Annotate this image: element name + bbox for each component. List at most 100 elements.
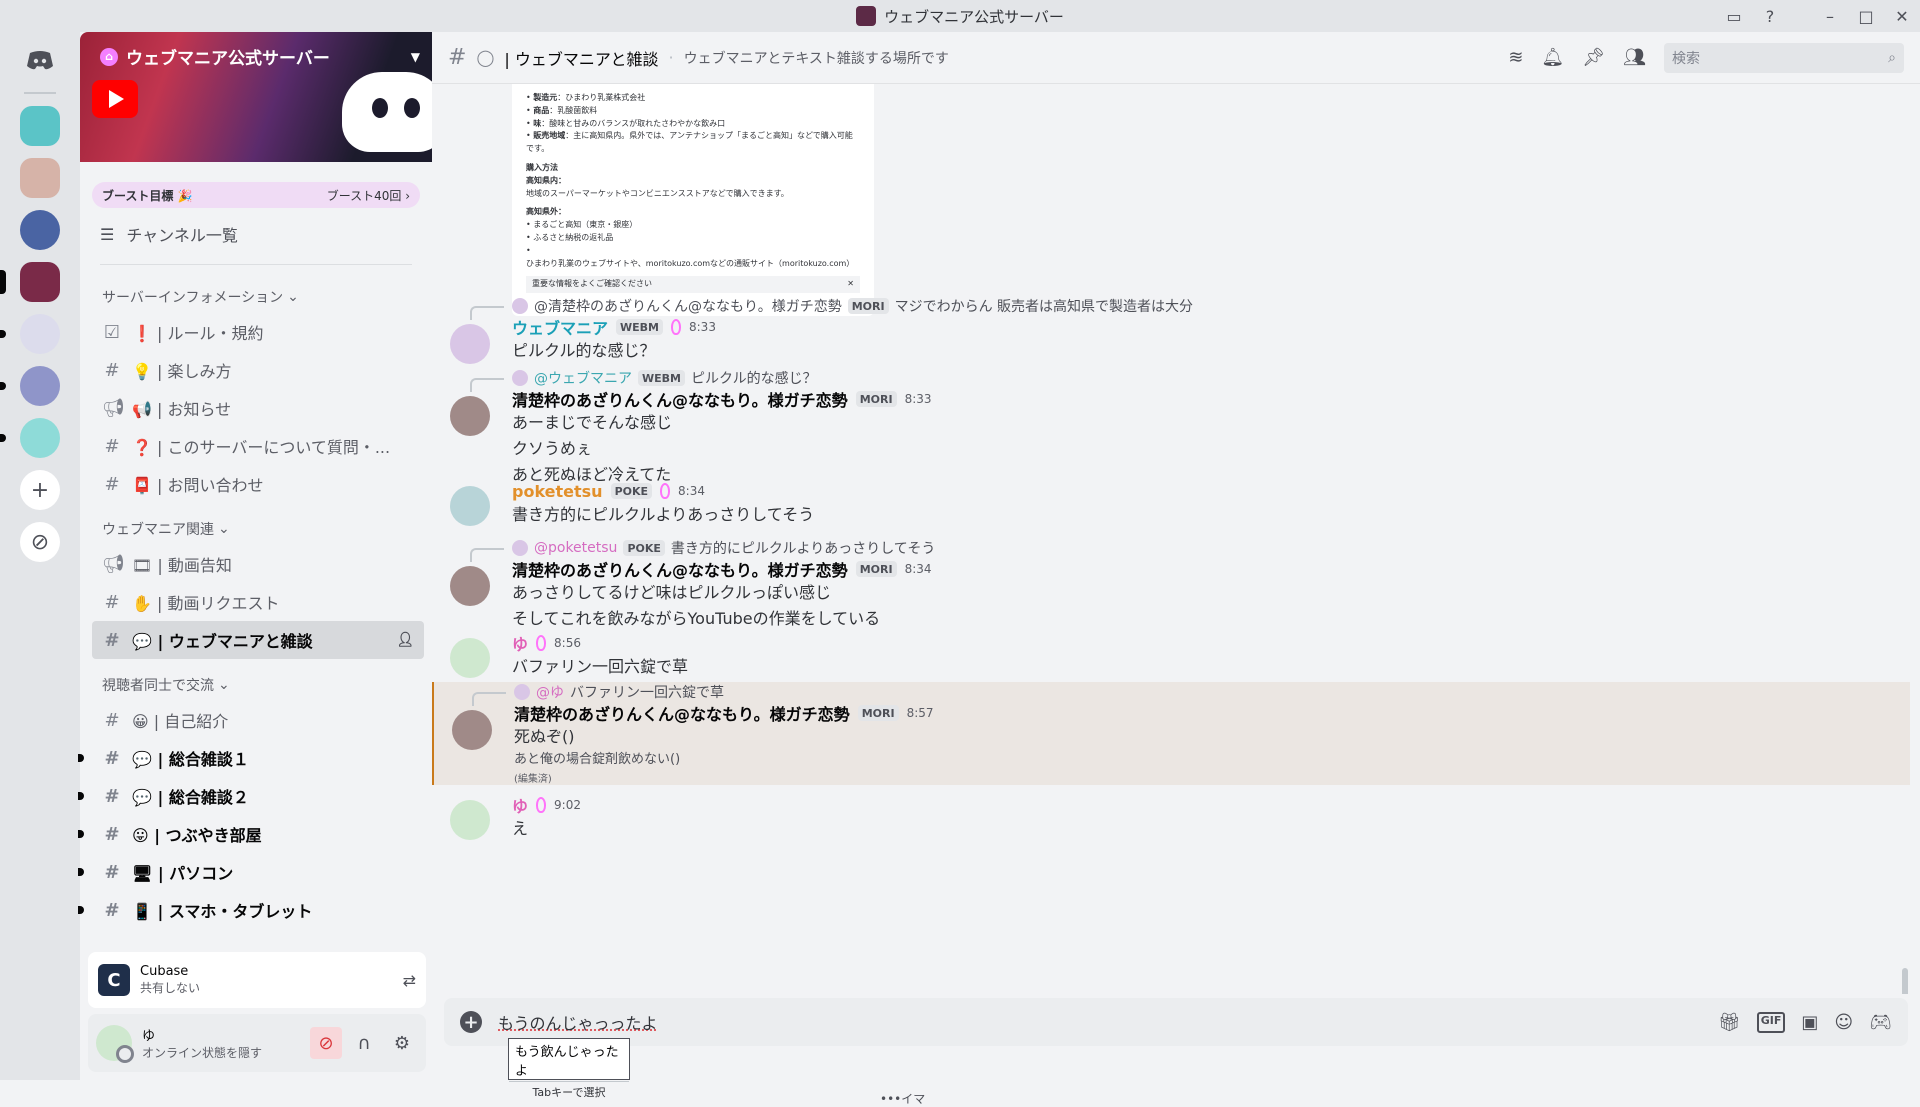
server-avatar[interactable] — [20, 158, 60, 198]
bell-icon[interactable]: 🔔︎ — [1541, 47, 1564, 68]
apps-icon[interactable]: 🎮︎ — [1869, 1012, 1892, 1033]
search-input[interactable]: 検索 ⌕ — [1664, 42, 1904, 73]
close-button[interactable]: ✕ — [1884, 7, 1920, 26]
hash-icon: # — [104, 861, 120, 883]
message-text: クソうめぇ — [512, 439, 593, 458]
message[interactable]: ゆ 8:56 バファリン一回六錠で草 — [432, 632, 1910, 680]
channel-item[interactable]: # 🖥 | パソコン — [78, 853, 424, 891]
inbox-icon[interactable]: ▭ — [1716, 7, 1752, 26]
reply-preview[interactable]: @poketetsu POKE 書き方的にピルクルよりあっさりしてそう — [470, 538, 1910, 562]
author-name[interactable]: 清楚枠のあざりんくん@ななもり。様ガチ恋勢 — [514, 701, 850, 725]
author-name[interactable]: ゆ — [512, 631, 528, 655]
close-icon: ✕ — [847, 279, 854, 289]
reply-preview[interactable]: @清楚枠のあざりんくん@ななもり。様ガチ恋勢 MORI マジでわからん 販売者は高知… — [470, 296, 1910, 320]
author-name[interactable]: 清楚枠のあざりんくん@ななもり。様ガチ恋勢 — [512, 557, 848, 581]
message-input[interactable]: もうのんじゃっったよ — [498, 1010, 658, 1034]
boost-goal-bar[interactable]: ブースト目標 🎉 ブースト40回 › — [92, 182, 420, 208]
channel-sidebar: ⌂ ウェブマニア公式サーバー ▼ ブースト目標 🎉 ブースト40回 › ☰ チャ… — [78, 32, 432, 1080]
gif-icon[interactable]: GIF — [1756, 1011, 1786, 1033]
message-list[interactable]: • 製造元：ひまわり乳業株式会社 • 商品：乳酸菌飲料 • 味：酸味と甘みのバランス… — [432, 84, 1910, 994]
channel-item[interactable]: # ✋ | 動画リクエスト — [92, 583, 424, 621]
gift-icon[interactable]: 🎁︎ — [1718, 1012, 1741, 1033]
server-avatar[interactable] — [0, 418, 60, 458]
spellcheck-suggestion[interactable]: もう飲んじゃったよ Tabキーで選択 — [508, 1038, 630, 1099]
members-icon[interactable]: 👥︎ — [1623, 47, 1646, 68]
message-text: 死ぬぞ() — [514, 727, 575, 746]
message[interactable]: @ゆ バファリン一回六錠で草 清楚枠のあざりんくん@ななもり。様ガチ恋勢 MORI 8:… — [432, 682, 1910, 785]
reply-preview[interactable]: @ウェブマニア WEBM ピルクル的な感じ？ — [470, 368, 1910, 392]
author-name[interactable]: 清楚枠のあざりんくん@ななもり。様ガチ恋勢 — [512, 387, 848, 411]
image-attachment[interactable]: • 製造元：ひまわり乳業株式会社 • 商品：乳酸菌飲料 • 味：酸味と甘みのバランス… — [512, 84, 874, 316]
channel-item[interactable]: # ❓ | このサーバーについて質問・... — [92, 427, 424, 465]
message-text: あと俺の場合錠剤飲めない() — [514, 752, 681, 767]
channel-item[interactable]: # 💬 | 総合雑談２ — [78, 777, 424, 815]
threads-icon[interactable]: ≋ — [1508, 47, 1523, 68]
pin-icon[interactable]: 📌︎ — [1582, 47, 1605, 68]
avatar[interactable] — [450, 638, 490, 678]
timestamp: 8:34 — [678, 484, 705, 498]
author-name[interactable]: poketetsu — [512, 482, 603, 501]
channel-item[interactable]: # 💬 | ウェブマニアと雑談 👤︎ — [92, 621, 424, 659]
channel-list-button[interactable]: ☰ チャンネル一覧 — [80, 208, 432, 260]
headphones-icon[interactable]: ∩ — [348, 1027, 380, 1059]
sticker-icon[interactable]: ▣ — [1801, 1012, 1818, 1033]
chevron-down-icon: ⌄ — [218, 521, 230, 537]
add-attachment-icon[interactable]: + — [460, 1011, 482, 1033]
help-icon[interactable]: ? — [1752, 7, 1788, 26]
message[interactable]: @清楚枠のあざりんくん@ななもり。様ガチ恋勢 MORI マジでわからん 販売者は高知… — [432, 296, 1910, 364]
avatar[interactable] — [450, 396, 490, 436]
channel-item[interactable]: 📢︎ 📢 | お知らせ — [92, 389, 424, 427]
server-avatar[interactable] — [0, 366, 60, 406]
channel-item[interactable]: # 💡 | 楽しみ方 — [92, 351, 424, 389]
avatar[interactable] — [450, 566, 490, 606]
avatar[interactable] — [450, 800, 490, 840]
user-panel: ゆ オンライン状態を隠す ⊘ ∩ ⚙ — [88, 1014, 426, 1072]
server-avatar[interactable] — [20, 106, 60, 146]
invite-icon[interactable]: 👤︎ — [396, 632, 414, 648]
server-avatar[interactable] — [0, 262, 60, 302]
channel-item[interactable]: # 📱 | スマホ・タブレット — [78, 891, 424, 929]
mic-muted-icon[interactable]: ⊘ — [310, 1027, 342, 1059]
category-header[interactable]: サーバーインフォメーション ⌄ — [80, 279, 432, 313]
share-icon[interactable]: ⇄ — [403, 971, 416, 990]
minimize-button[interactable]: – — [1812, 7, 1848, 26]
server-name[interactable]: ⌂ ウェブマニア公式サーバー ▼ — [100, 44, 420, 69]
maximize-button[interactable]: □ — [1848, 7, 1884, 26]
category-header[interactable]: 視聴者同士で交流 ⌄ — [80, 667, 432, 701]
discord-home-icon[interactable] — [20, 40, 60, 80]
author-name[interactable]: ウェブマニア — [512, 315, 608, 339]
author-name[interactable]: ゆ — [512, 793, 528, 817]
message[interactable]: @ウェブマニア WEBM ピルクル的な感じ？ 清楚枠のあざりんくん@ななもり。様ガチ恋… — [432, 368, 1910, 488]
channel-item[interactable]: # 😛 | つぶやき部屋 — [78, 815, 424, 853]
gear-icon[interactable]: ⚙ — [386, 1027, 418, 1059]
message[interactable]: @poketetsu POKE 書き方的にピルクルよりあっさりしてそう 清楚枠のあざり… — [432, 538, 1910, 632]
server-avatar[interactable] — [0, 314, 60, 354]
embed-bullet: • まるごと高知（東京・銀座） — [526, 220, 638, 230]
announcement-icon: 📢︎ — [102, 397, 125, 419]
add-server-icon[interactable]: + — [20, 470, 60, 510]
emoji-icon[interactable]: ☺ — [1834, 1012, 1853, 1033]
reply-preview[interactable]: @ゆ バファリン一回六錠で草 — [472, 682, 1910, 706]
avatar — [512, 298, 528, 314]
server-banner[interactable]: ⌂ ウェブマニア公式サーバー ▼ — [80, 32, 432, 162]
message[interactable]: ゆ 9:02 え — [432, 794, 1910, 842]
category-header[interactable]: ウェブマニア関連 ⌄ — [80, 511, 432, 545]
message[interactable]: poketetsu POKE 8:34 書き方的にピルクルよりあっさりしてそう — [432, 480, 1910, 528]
channel-item[interactable]: 📢︎ 🎞 | 動画告知 — [92, 545, 424, 583]
scrollbar[interactable] — [1902, 968, 1908, 994]
avatar[interactable] — [96, 1025, 134, 1063]
message-text: 書き方的にピルクルよりあっさりしてそう — [512, 505, 815, 524]
channel-item[interactable]: ☑ ❗ | ルール・規約 — [92, 313, 424, 351]
timestamp: 8:57 — [906, 706, 934, 720]
discover-icon[interactable]: ⊘ — [20, 522, 60, 562]
chevron-down-icon[interactable]: ▼ — [411, 50, 420, 64]
channel-item[interactable]: # 📮 | お問い合わせ — [92, 465, 424, 503]
channel-topic[interactable]: ウェブマニアとテキスト雑談する場所です — [684, 48, 949, 68]
channel-item[interactable]: # 💬 | 総合雑談１ — [78, 739, 424, 777]
avatar[interactable] — [450, 324, 490, 364]
server-avatar[interactable] — [20, 210, 60, 250]
avatar[interactable] — [450, 486, 490, 526]
channel-item[interactable]: # 😀 | 自己紹介 — [92, 701, 424, 739]
message-text: あーまじでそんな感じ — [512, 413, 673, 432]
avatar[interactable] — [452, 710, 492, 750]
